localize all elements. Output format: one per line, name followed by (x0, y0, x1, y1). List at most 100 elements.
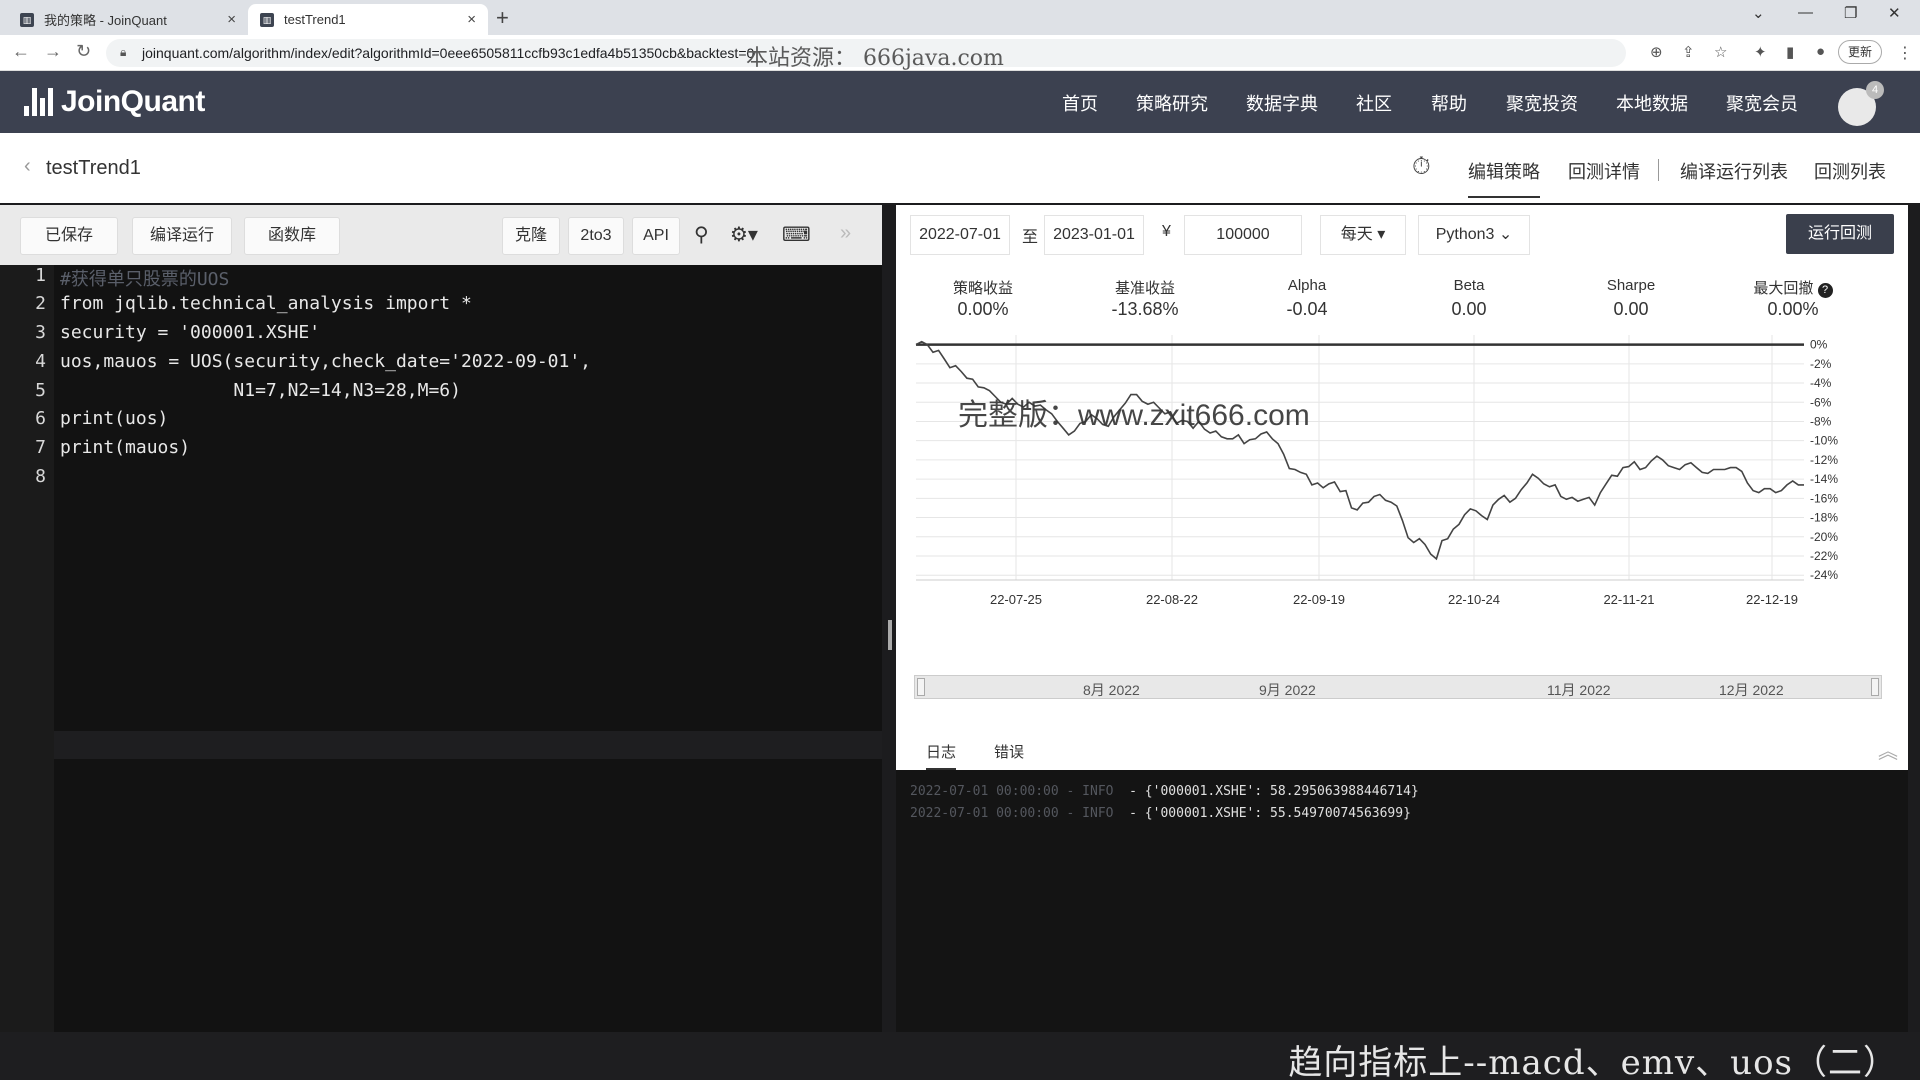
returns-chart[interactable]: 0% -2% -4% -6% -8% -10% -12% -14% -16% -18% -20% -2… (896, 325, 1908, 655)
kebab-menu-icon[interactable]: ⋮ (1897, 43, 1913, 63)
profile-icon[interactable]: ● (1816, 43, 1825, 60)
update-button[interactable]: 更新 (1838, 40, 1883, 64)
joinquant-favicon-icon: ▥ (20, 12, 34, 27)
navigator-month-label: 12月 2022 (1719, 682, 1784, 698)
clone-button[interactable]: 克隆 (502, 217, 560, 255)
line-number: 5 (35, 380, 46, 401)
code-editor[interactable]: 1 2 3 4 5 6 7 8 #获得单只股票的UOS from jqlib.t… (0, 265, 882, 1032)
log-line: 2022-07-01 00:00:00 - INFO - {'000001.XS… (910, 806, 1411, 821)
code-line[interactable]: N1=7,N2=14,N3=28,M=6) (60, 380, 461, 401)
restore-icon[interactable]: ❐ (1844, 4, 1857, 22)
logo-bars-icon (24, 88, 53, 116)
metric-value: 0.00 (1451, 299, 1487, 319)
strategy-name[interactable]: testTrend1 (46, 157, 141, 180)
y-tick-label: -12% (1810, 453, 1838, 467)
navigator-month-label: 9月 2022 (1259, 682, 1316, 698)
chart-watermark: 完整版：www.zxit666.com (958, 399, 1310, 432)
y-tick-label: -24% (1810, 568, 1838, 582)
code-line[interactable]: #获得单只股票的UOS (60, 265, 229, 291)
sidepanel-icon[interactable]: ▮ (1786, 43, 1794, 61)
tab-edit-strategy[interactable]: 编辑策略 (1468, 158, 1540, 198)
nav-item-local-data[interactable]: 本地数据 (1616, 90, 1688, 116)
log-line: 2022-07-01 00:00:00 - INFO - {'000001.XS… (910, 784, 1419, 799)
panel-splitter-handle[interactable] (888, 620, 892, 650)
browser-tab-bar: ▥ 我的策略 - JoinQuant × ▥ testTrend1 × + ⌄ … (0, 0, 1920, 35)
nav-item-data-dict[interactable]: 数据字典 (1246, 90, 1318, 116)
nav-item-help[interactable]: 帮助 (1431, 90, 1467, 116)
capital-input[interactable]: 100000 (1184, 215, 1302, 255)
code-line[interactable]: print(uos) (60, 408, 168, 429)
nav-item-invest[interactable]: 聚宽投资 (1506, 90, 1578, 116)
metric-label: 基准收益 (1114, 280, 1175, 297)
minimize-icon[interactable]: — (1798, 4, 1813, 21)
frequency-select[interactable]: 每天 ▾ (1320, 215, 1406, 255)
x-tick-label: 22-08-22 (1146, 592, 1198, 607)
2to3-button[interactable]: 2to3 (568, 217, 624, 255)
forward-arrow-icon[interactable]: → (44, 41, 62, 62)
chevron-left-icon[interactable]: ‹ (24, 155, 31, 178)
range-handle-right[interactable] (1871, 678, 1879, 696)
y-tick-label: -6% (1810, 395, 1832, 409)
window-close-icon[interactable]: ✕ (1888, 4, 1901, 22)
editor-toolbar: 已保存 编译运行 函数库 克隆 2to3 API ⚲ ⚙▾ ⌨ » (0, 205, 882, 265)
line-number: 3 (35, 322, 46, 343)
metric-label: Alpha (1287, 277, 1327, 294)
api-button[interactable]: API (632, 217, 680, 255)
address-bar[interactable]: 🔒︎ joinquant.com/algorithm/index/edit?al… (106, 39, 1626, 71)
share-icon[interactable]: ⇪ (1682, 43, 1695, 61)
close-icon[interactable]: × (227, 11, 236, 28)
extensions-icon[interactable]: ✦ (1754, 43, 1767, 61)
reload-icon[interactable]: ↻ (76, 41, 91, 62)
tab-error[interactable]: 错误 (994, 741, 1024, 762)
new-tab-plus-icon[interactable]: + (496, 5, 509, 31)
metric-value: -13.68% (1111, 299, 1179, 319)
tab-backtest-list[interactable]: 回测列表 (1814, 158, 1886, 184)
code-line[interactable]: print(mauos) (60, 437, 190, 458)
url-text[interactable]: joinquant.com/algorithm/index/edit?algor… (142, 45, 754, 61)
metric-label: 策略收益 (952, 280, 1013, 297)
tab-search-chevron-icon[interactable]: ⌄ (1752, 4, 1765, 22)
browser-tab-my-strategies[interactable]: ▥ 我的策略 - JoinQuant × (8, 4, 248, 35)
navigator-month-label: 11月 2022 (1547, 682, 1611, 698)
joinquant-logo[interactable]: JoinQuant (24, 85, 205, 119)
compile-run-button[interactable]: 编译运行 (132, 217, 232, 255)
tab-compile-run-list[interactable]: 编译运行列表 (1680, 158, 1788, 184)
collapse-up-icon[interactable]: ︽ (1878, 735, 1898, 764)
end-date-input[interactable]: 2023-01-01 (1044, 215, 1144, 255)
browser-tab-testtrend1[interactable]: ▥ testTrend1 × (248, 4, 488, 35)
y-tick-label: -4% (1810, 376, 1832, 390)
python-version-select[interactable]: Python3 ⌄ (1418, 215, 1530, 255)
stopwatch-icon[interactable]: ⏱ (1412, 153, 1431, 181)
search-icon[interactable]: ⚲ (694, 222, 709, 247)
metric-label: Sharpe (1606, 277, 1656, 294)
nav-item-member[interactable]: 聚宽会员 (1726, 90, 1798, 116)
back-arrow-icon[interactable]: ← (12, 41, 30, 62)
chart-range-navigator[interactable]: 8月 2022 9月 2022 11月 2022 12月 2022 (914, 675, 1882, 699)
tab-log[interactable]: 日志 (926, 741, 957, 770)
nav-item-community[interactable]: 社区 (1356, 90, 1392, 116)
metric-value: 0.00 (1613, 299, 1649, 319)
saved-button[interactable]: 已保存 (20, 217, 118, 255)
range-handle-left[interactable] (917, 678, 925, 696)
function-library-button[interactable]: 函数库 (244, 217, 340, 255)
log-message: - {'000001.XSHE': 55.54970074563699} (1129, 806, 1411, 821)
bookmark-star-icon[interactable]: ☆ (1714, 43, 1727, 61)
browser-tab-title: testTrend1 (284, 12, 346, 27)
help-icon[interactable]: ? (1817, 283, 1833, 298)
start-date-input[interactable]: 2022-07-01 (910, 215, 1010, 255)
keyboard-icon[interactable]: ⌨ (782, 222, 811, 247)
code-line[interactable]: uos,mauos = UOS(security,check_date='202… (60, 351, 591, 372)
code-line[interactable]: from jqlib.technical_analysis import * (60, 293, 472, 314)
app-root: ▥ 我的策略 - JoinQuant × ▥ testTrend1 × + ⌄ … (0, 0, 1920, 1080)
browser-address-row: ← → ↻ 🔒︎ joinquant.com/algorithm/index/e… (0, 35, 1920, 71)
code-line[interactable]: security = '000001.XSHE' (60, 322, 320, 343)
x-tick-label: 22-11-21 (1603, 592, 1654, 607)
tab-backtest-detail[interactable]: 回测详情 (1568, 158, 1640, 184)
nav-item-strategy[interactable]: 策略研究 (1136, 90, 1208, 116)
gear-icon[interactable]: ⚙▾ (730, 222, 758, 247)
zoom-icon[interactable]: ⊕ (1650, 43, 1663, 61)
run-backtest-button[interactable]: 运行回测 (1786, 214, 1894, 254)
double-chevron-right-icon[interactable]: » (840, 222, 851, 245)
nav-item-home[interactable]: 首页 (1062, 90, 1098, 116)
close-icon[interactable]: × (467, 11, 476, 28)
